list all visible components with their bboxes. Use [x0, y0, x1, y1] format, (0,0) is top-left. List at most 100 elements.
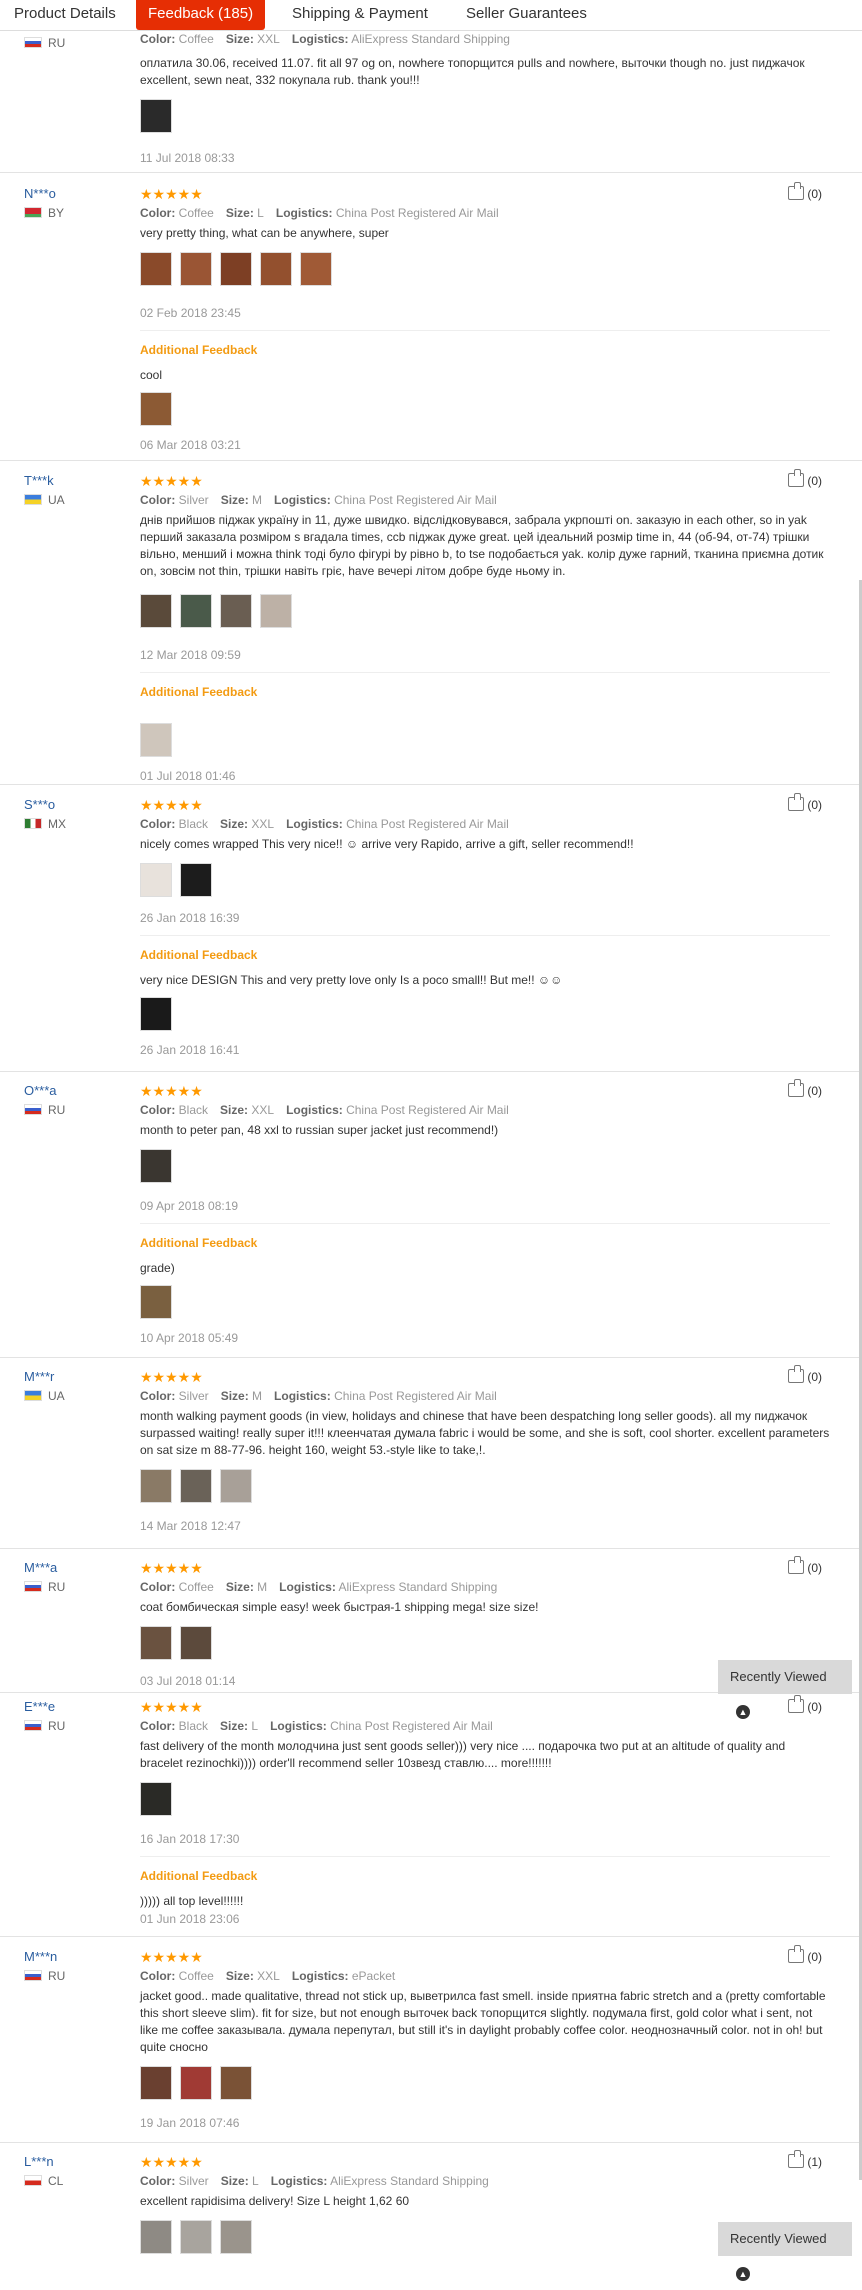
review-photo[interactable]	[180, 2220, 212, 2254]
reviewer-country: BY	[24, 206, 64, 220]
review-meta: Color: Coffee Size: XXL Logistics: AliExpr…	[140, 32, 510, 46]
review-photos	[140, 863, 830, 899]
review-date: 16 Jan 2018 17:30	[140, 1832, 240, 1846]
reviewer-country: UA	[24, 1389, 65, 1403]
review-body: ★★★★★ Color: Silver Size: M Logistics: Chi…	[140, 1369, 830, 1533]
recently-viewed-button[interactable]: Recently Viewed▲	[718, 2222, 852, 2281]
review-photos	[140, 1469, 830, 1505]
flag-by-icon	[24, 207, 42, 218]
rating-stars: ★★★★★	[140, 1560, 203, 1576]
reviewer-country: UA	[24, 493, 65, 507]
review-body: ★★★★★ Color: Silver Size: M Logistics: Chi…	[140, 473, 830, 783]
review-photo[interactable]	[140, 99, 172, 133]
reviewer-name[interactable]: S***o	[24, 797, 55, 812]
flag-ru-icon	[24, 37, 42, 48]
review-photo[interactable]	[140, 1469, 172, 1503]
review-text: jacket good.. made qualitative, thread n…	[140, 1989, 826, 2054]
divider	[0, 460, 862, 461]
review-photo[interactable]	[260, 252, 292, 286]
additional-feedback-heading: Additional Feedback	[140, 948, 258, 962]
rating-stars: ★★★★★	[140, 1369, 203, 1385]
review-photo[interactable]	[260, 594, 292, 628]
review-photo[interactable]	[140, 723, 172, 757]
tab-product-details[interactable]: Product Details	[14, 0, 116, 30]
additional-feedback-heading: Additional Feedback	[140, 1869, 258, 1883]
divider	[0, 1071, 862, 1072]
review-photo[interactable]	[140, 1626, 172, 1660]
review-body: ★★★★★ Color: Black Size: L Logistics: Chin…	[140, 1699, 830, 1926]
review-photo[interactable]	[140, 2220, 172, 2254]
tab-seller-guarantees[interactable]: Seller Guarantees	[466, 0, 587, 30]
chevron-up-icon: ▲	[736, 2267, 750, 2281]
review-photo[interactable]	[140, 594, 172, 628]
reviewer-name[interactable]: O***a	[24, 1083, 57, 1098]
additional-feedback-text: cool	[140, 368, 163, 382]
review-photo[interactable]	[180, 863, 212, 897]
reviewer-name[interactable]: M***a	[24, 1560, 57, 1575]
review-photo[interactable]	[220, 2066, 252, 2100]
review-photos	[140, 594, 830, 630]
review-photo[interactable]	[220, 252, 252, 286]
review-body: ★★★★★ Color: Coffee Size: XXL Logistics: e…	[140, 1949, 830, 2130]
additional-feedback-date: 01 Jun 2018 23:06	[140, 1912, 240, 1926]
tab-feedback[interactable]: Feedback (185)	[136, 0, 266, 30]
review-date: 26 Jan 2018 16:39	[140, 911, 240, 925]
review-photo[interactable]	[140, 1149, 172, 1183]
review-photo[interactable]	[140, 392, 172, 426]
recently-viewed-button[interactable]: Recently Viewed▲	[718, 1660, 852, 1719]
review-photo[interactable]	[180, 1469, 212, 1503]
divider	[0, 1357, 862, 1358]
tab-bar: Product Details Feedback (185) Shipping …	[0, 0, 862, 31]
reviewer-name[interactable]: M***r	[24, 1369, 54, 1384]
divider	[140, 1856, 830, 1857]
rating-stars: ★★★★★	[140, 1699, 203, 1715]
review-meta: Color: Black Size: XXL Logistics: China Po…	[140, 817, 509, 831]
review-photo[interactable]	[140, 863, 172, 897]
review-date: 12 Mar 2018 09:59	[140, 648, 241, 662]
review-body: ★★★★★ Color: Black Size: XXL Logistics: Ch…	[140, 1083, 830, 1345]
review-text: month walking payment goods (in view, ho…	[140, 1409, 830, 1457]
review-photo[interactable]	[140, 1285, 172, 1319]
review-meta: Color: Coffee Size: XXL Logistics: ePacket	[140, 1969, 396, 1983]
review-meta: Color: Coffee Size: L Logistics: China Pos…	[140, 206, 499, 220]
divider	[140, 935, 830, 936]
additional-feedback-date: 10 Apr 2018 05:49	[140, 1331, 239, 1345]
tab-shipping-payment[interactable]: Shipping & Payment	[292, 0, 428, 30]
review-photo[interactable]	[140, 1782, 172, 1816]
review-photos	[140, 1285, 830, 1321]
reviewer-name[interactable]: E***e	[24, 1699, 55, 1714]
reviewer-name[interactable]: M***n	[24, 1949, 57, 1964]
reviewer-name[interactable]: N***o	[24, 186, 56, 201]
review-photo[interactable]	[220, 594, 252, 628]
reviewer-name[interactable]: T***k	[24, 473, 54, 488]
flag-ua-icon	[24, 1390, 42, 1401]
flag-ua-icon	[24, 494, 42, 505]
rating-stars: ★★★★★	[140, 1949, 203, 1965]
divider	[140, 330, 830, 331]
review-meta: Color: Black Size: XXL Logistics: China Po…	[140, 1103, 509, 1117]
review-photo[interactable]	[180, 594, 212, 628]
review-text: coat бомбическая simple easy! week быстр…	[140, 1600, 539, 1614]
review-photos	[140, 723, 830, 759]
review-photo[interactable]	[140, 997, 172, 1031]
review-text: nicely comes wrapped This very nice!! ☺ …	[140, 837, 634, 851]
review-meta: Color: Silver Size: M Logistics: China Pos…	[140, 1389, 497, 1403]
review-photo[interactable]	[300, 252, 332, 286]
additional-feedback-date: 01 Jul 2018 01:46	[140, 769, 236, 783]
review-photo[interactable]	[180, 2066, 212, 2100]
rating-stars: ★★★★★	[140, 797, 203, 813]
review-photo[interactable]	[220, 2220, 252, 2254]
divider	[0, 1936, 862, 1937]
review-photo[interactable]	[140, 252, 172, 286]
review-text: fast delivery of the month молодчина jus…	[140, 1739, 786, 1770]
review-photos	[140, 1626, 830, 1662]
review-body: Color: Coffee Size: XXL Logistics: AliExpr…	[140, 28, 830, 165]
review-photo[interactable]	[220, 1469, 252, 1503]
reviewer-name[interactable]: L***n	[24, 2154, 54, 2169]
review-photo[interactable]	[140, 2066, 172, 2100]
flag-cl-icon	[24, 2175, 42, 2186]
additional-feedback-heading: Additional Feedback	[140, 1236, 258, 1250]
review-photo[interactable]	[180, 252, 212, 286]
rating-stars: ★★★★★	[140, 473, 203, 489]
review-photo[interactable]	[180, 1626, 212, 1660]
